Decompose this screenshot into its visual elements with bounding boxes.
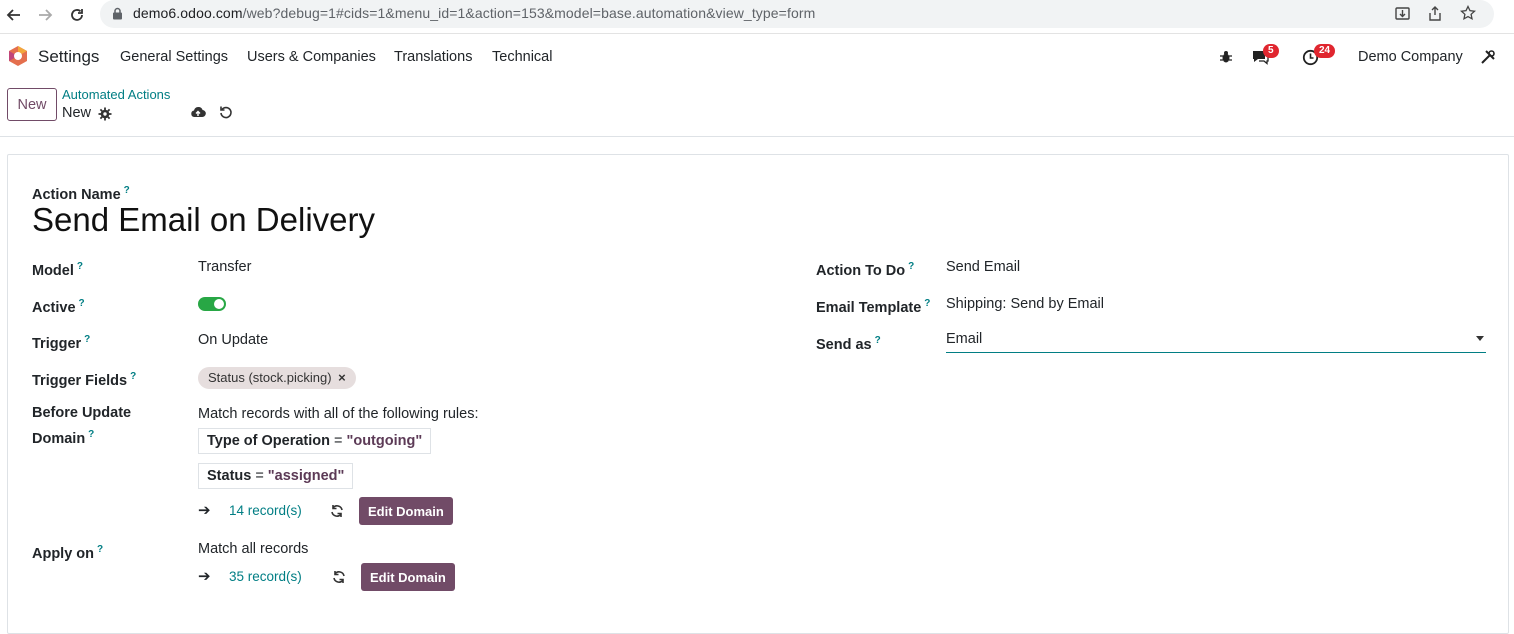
messages-badge: 5 (1263, 44, 1279, 58)
breadcrumb-current-record: New (62, 105, 92, 121)
domain-rule: Type of Operation = "outgoing" (198, 428, 432, 454)
help-icon[interactable]: ? (84, 334, 90, 345)
email-template-label: Email Template? (816, 298, 931, 316)
trigger-label: Trigger? (32, 334, 91, 352)
apply-on-label: Apply on? (32, 544, 104, 562)
apply-records-link[interactable]: 35 record(s) (229, 569, 302, 584)
menu-general-settings[interactable]: General Settings (120, 49, 228, 65)
model-value: Transfer (198, 259, 252, 275)
send-as-select[interactable]: Email (946, 331, 1486, 353)
help-icon[interactable]: ? (97, 544, 103, 555)
active-label: Active? (32, 298, 85, 316)
before-update-label: Before Update Domain? (32, 405, 132, 447)
menu-users-companies[interactable]: Users & Companies (247, 49, 376, 65)
edit-domain-button[interactable]: Edit Domain (361, 563, 455, 591)
app-name[interactable]: Settings (38, 47, 99, 67)
send-as-value: Email (946, 331, 983, 347)
gear-icon[interactable] (97, 106, 113, 122)
breadcrumb-automated-actions[interactable]: Automated Actions (62, 87, 170, 102)
help-icon[interactable]: ? (124, 185, 130, 196)
help-icon[interactable]: ? (908, 261, 914, 272)
new-button[interactable]: New (7, 88, 57, 121)
install-icon[interactable] (1395, 6, 1410, 26)
messages-icon[interactable]: 5 (1250, 44, 1279, 67)
reload-icon[interactable] (64, 2, 90, 28)
send-as-label: Send as? (816, 335, 881, 353)
tools-icon[interactable] (1478, 47, 1498, 67)
action-name-field[interactable]: Send Email on Delivery (32, 201, 375, 239)
app-logo-icon[interactable] (7, 45, 29, 67)
share-icon[interactable] (1428, 6, 1442, 26)
trigger-value[interactable]: On Update (198, 332, 268, 348)
bookmark-star-icon[interactable] (1460, 4, 1476, 26)
debug-bug-icon[interactable] (1216, 47, 1236, 67)
apply-domain-summary: Match all records (198, 541, 309, 557)
activities-clock-icon[interactable]: 24 (1300, 44, 1336, 67)
action-to-do-value[interactable]: Send Email (946, 259, 1020, 275)
trigger-fields-label: Trigger Fields? (32, 371, 137, 389)
refresh-icon[interactable] (332, 570, 346, 584)
active-toggle[interactable] (198, 297, 226, 311)
help-icon[interactable]: ? (77, 261, 83, 272)
help-icon[interactable]: ? (130, 371, 136, 382)
back-icon[interactable] (1, 2, 27, 28)
control-panel: New Automated Actions New (0, 79, 1514, 137)
trigger-field-tag: Status (stock.picking) × (198, 367, 356, 389)
action-to-do-label: Action To Do? (816, 261, 915, 279)
menu-technical[interactable]: Technical (492, 49, 552, 65)
form-sheet: Action Name? Send Email on Delivery Mode… (7, 154, 1509, 634)
arrow-right-icon: ➔ (198, 502, 211, 519)
before-records-link[interactable]: 14 record(s) (229, 503, 302, 518)
edit-domain-button[interactable]: Edit Domain (359, 497, 453, 525)
before-domain-summary: Match records with all of the following … (198, 406, 479, 422)
company-switcher[interactable]: Demo Company (1358, 49, 1463, 65)
refresh-icon[interactable] (330, 504, 344, 518)
main-navbar: Settings General Settings Users & Compan… (0, 35, 1514, 79)
activities-badge: 24 (1314, 44, 1336, 58)
domain-rule: Status = "assigned" (198, 463, 354, 489)
menu-translations[interactable]: Translations (394, 49, 472, 65)
toggle-knob (214, 299, 224, 309)
help-icon[interactable]: ? (924, 298, 930, 309)
browser-toolbar: demo6.odoo.com/web?debug=1#cids=1&menu_i… (0, 0, 1514, 34)
help-icon[interactable]: ? (79, 298, 85, 309)
save-cloud-icon[interactable] (190, 104, 206, 120)
remove-tag-icon[interactable]: × (338, 370, 346, 385)
url-text: demo6.odoo.com/web?debug=1#cids=1&menu_i… (133, 5, 816, 21)
address-bar[interactable]: demo6.odoo.com/web?debug=1#cids=1&menu_i… (100, 0, 1494, 28)
arrow-right-icon: ➔ (198, 568, 211, 585)
help-icon[interactable]: ? (88, 429, 94, 440)
lock-icon (112, 7, 123, 25)
caret-down-icon (1476, 336, 1484, 341)
forward-icon[interactable] (32, 2, 58, 28)
model-label: Model? (32, 261, 83, 279)
email-template-value[interactable]: Shipping: Send by Email (946, 296, 1104, 312)
discard-undo-icon[interactable] (218, 104, 234, 120)
help-icon[interactable]: ? (875, 335, 881, 346)
